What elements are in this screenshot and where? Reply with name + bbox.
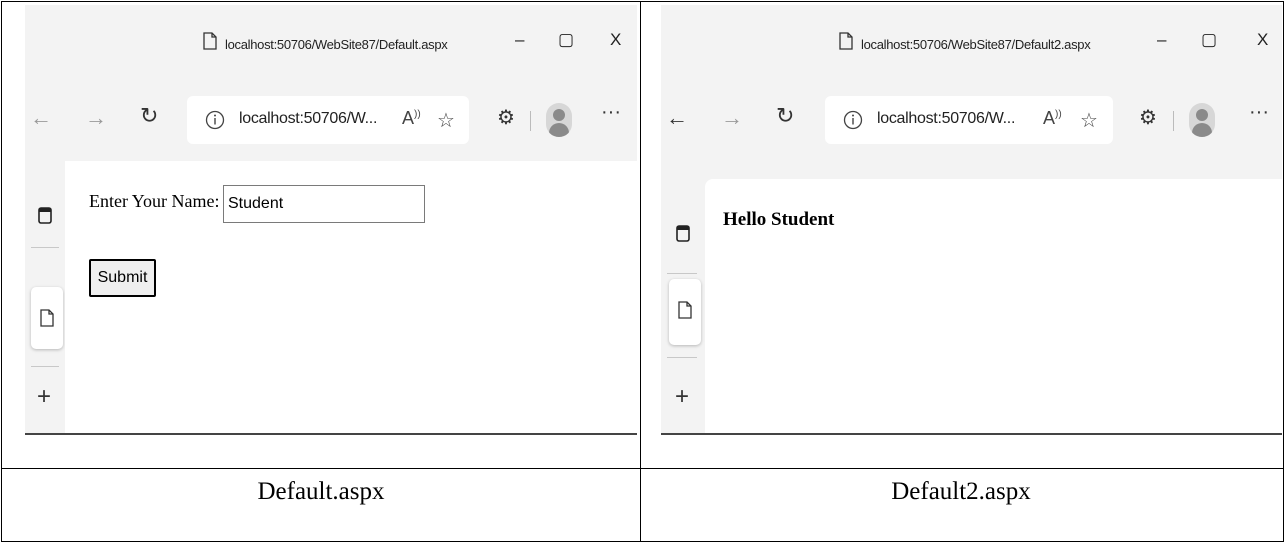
tabs-separator <box>667 273 697 274</box>
back-arrow-icon[interactable]: ← <box>666 105 688 131</box>
close-button[interactable]: X <box>1257 30 1268 50</box>
tab-actions-icon[interactable] <box>37 205 53 225</box>
info-icon[interactable] <box>843 110 863 130</box>
name-input[interactable] <box>223 185 425 223</box>
navigation-bar: ← → ↻ localhost:50706/W... A)) ☆ ⚙ ··· <box>25 81 637 161</box>
page-document-icon <box>203 32 217 50</box>
add-favorite-icon[interactable]: ☆ <box>437 108 455 133</box>
tabs-separator-2 <box>667 357 697 358</box>
navigation-bar: ← → ↻ localhost:50706/W... A)) ☆ ⚙ ··· <box>661 81 1282 161</box>
info-icon[interactable] <box>205 110 225 130</box>
page-document-icon <box>839 32 853 50</box>
greeting-text: Hello Student <box>723 209 835 230</box>
window-title: localhost:50706/WebSite87/Default2.aspx <box>861 37 1091 52</box>
window-title: localhost:50706/WebSite87/Default.aspx <box>225 37 448 52</box>
vertical-tab-item[interactable] <box>31 287 63 349</box>
minimize-button[interactable]: – <box>1157 30 1166 50</box>
page-content: Hello Student <box>705 179 1282 433</box>
minimize-button[interactable]: – <box>515 30 524 50</box>
page-tab-icon <box>678 301 692 319</box>
extensions-icon[interactable]: ⚙ <box>1139 105 1157 130</box>
caption-left: Default.aspx <box>257 478 385 505</box>
vertical-tab-item[interactable] <box>669 279 701 345</box>
maximize-button[interactable]: ▢ <box>558 30 574 50</box>
refresh-icon[interactable]: ↻ <box>776 103 794 129</box>
table-border-right <box>1283 1 1284 542</box>
new-tab-plus-icon[interactable]: + <box>37 383 51 411</box>
forward-arrow-icon[interactable]: → <box>85 105 107 131</box>
submit-button[interactable]: Submit <box>89 259 156 297</box>
table-border-left <box>1 1 2 542</box>
table-border-bottom <box>1 541 1284 542</box>
table-row-divider <box>1 468 1284 469</box>
add-favorite-icon[interactable]: ☆ <box>1080 108 1098 133</box>
name-label: Enter Your Name: <box>89 191 220 211</box>
refresh-icon[interactable]: ↻ <box>140 103 158 129</box>
toolbar-separator <box>1173 111 1174 131</box>
more-icon[interactable]: ··· <box>1249 101 1269 124</box>
profile-avatar-icon[interactable] <box>1189 103 1215 137</box>
close-button[interactable]: X <box>610 30 621 50</box>
tabs-separator <box>31 247 59 248</box>
tab-actions-icon[interactable] <box>675 223 691 243</box>
address-text[interactable]: localhost:50706/W... <box>877 110 1015 128</box>
tabs-separator-2 <box>31 366 59 367</box>
title-bar: localhost:50706/WebSite87/Default2.aspx … <box>661 5 1282 81</box>
forward-arrow-icon[interactable]: → <box>721 105 743 131</box>
read-aloud-icon[interactable]: A)) <box>1043 108 1062 129</box>
caption-right: Default2.aspx <box>891 478 1031 505</box>
address-text[interactable]: localhost:50706/W... <box>239 110 377 128</box>
page-tab-icon <box>40 309 54 327</box>
vertical-tabs-panel: + <box>25 161 65 433</box>
title-bar: localhost:50706/WebSite87/Default.aspx –… <box>25 5 637 81</box>
maximize-button[interactable]: ▢ <box>1201 30 1217 50</box>
extensions-icon[interactable]: ⚙ <box>497 105 515 130</box>
read-aloud-icon[interactable]: A)) <box>402 108 421 129</box>
more-icon[interactable]: ··· <box>601 101 621 124</box>
address-bar[interactable]: localhost:50706/W... A)) ☆ <box>825 96 1113 144</box>
right-browser-window: localhost:50706/WebSite87/Default2.aspx … <box>661 5 1282 435</box>
toolbar-separator <box>530 111 531 131</box>
vertical-tabs-panel: + <box>661 161 701 433</box>
left-browser-window: localhost:50706/WebSite87/Default.aspx –… <box>25 5 637 435</box>
address-bar[interactable]: localhost:50706/W... A)) ☆ <box>187 96 469 144</box>
page-content: Enter Your Name: Submit <box>65 161 637 433</box>
new-tab-plus-icon[interactable]: + <box>675 383 689 411</box>
table-column-divider <box>640 1 641 542</box>
table-border-top <box>1 1 1284 2</box>
profile-avatar-icon[interactable] <box>546 103 572 137</box>
back-arrow-icon[interactable]: ← <box>30 105 52 131</box>
